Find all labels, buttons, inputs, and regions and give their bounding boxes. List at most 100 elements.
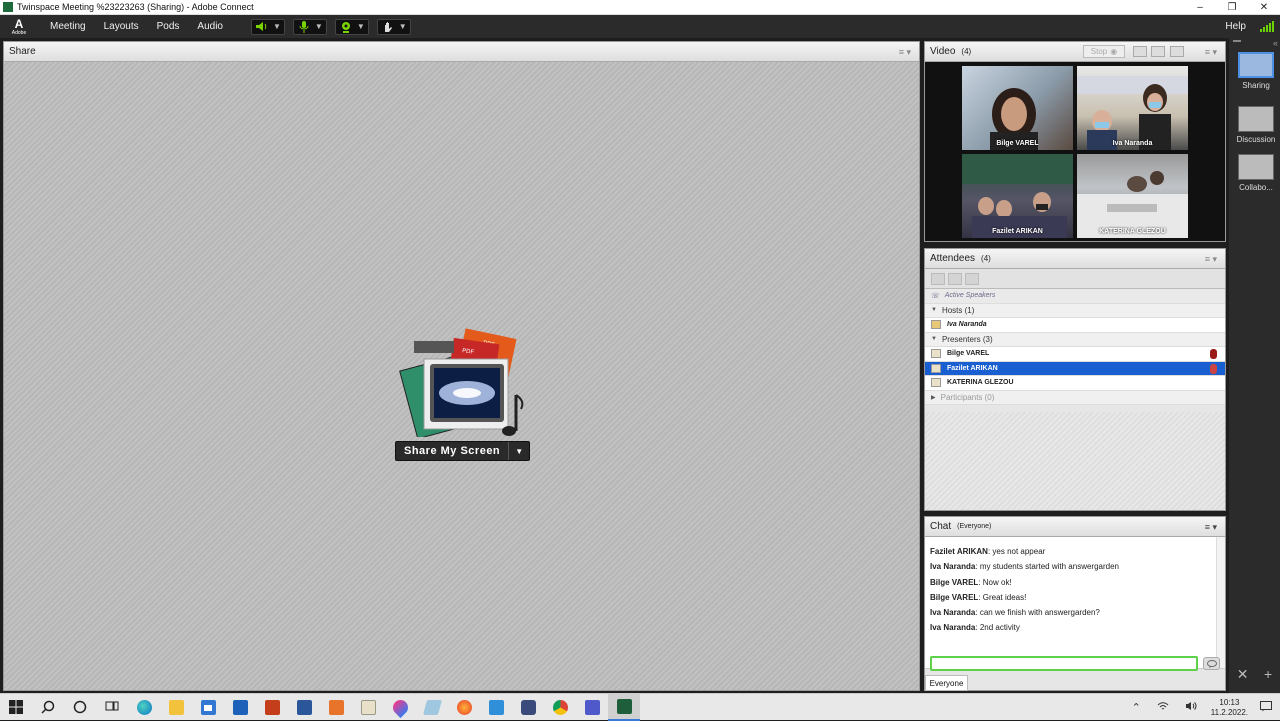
send-message-icon[interactable] xyxy=(1203,657,1220,670)
raise-hand-icon xyxy=(381,21,395,33)
minimize-button[interactable]: – xyxy=(1184,0,1216,15)
camera-icon[interactable] xyxy=(512,694,544,721)
restore-button[interactable]: ❐ xyxy=(1216,0,1248,15)
chevron-down-icon[interactable]: ▼ xyxy=(273,22,281,31)
layout-collaboration[interactable]: Collabo... xyxy=(1234,154,1278,192)
remote-desktop-icon[interactable] xyxy=(480,694,512,721)
chat-text: my students started with answergarden xyxy=(977,562,1119,572)
pod-options-icon[interactable]: ≡ ▾ xyxy=(899,47,911,58)
fullscreen-icon[interactable] xyxy=(1170,46,1184,57)
speaker-icon xyxy=(255,21,269,33)
cortana-icon[interactable] xyxy=(64,694,96,721)
menu-pods[interactable]: Pods xyxy=(157,21,180,32)
search-icon[interactable] xyxy=(32,694,64,721)
collapse-triangle-icon[interactable]: ▼ xyxy=(931,307,937,313)
mail-icon[interactable] xyxy=(224,694,256,721)
edge-browser-icon[interactable] xyxy=(128,694,160,721)
windows-taskbar: ⌃ 10:13 11.2.2022. xyxy=(0,693,1280,721)
chevron-down-icon[interactable]: ▼ xyxy=(315,22,323,31)
wifi-icon[interactable] xyxy=(1157,701,1169,714)
chevron-down-icon[interactable]: ▼ xyxy=(399,22,407,31)
video-tile[interactable]: Bilge VAREL xyxy=(962,66,1073,150)
layout-sharing[interactable]: Sharing xyxy=(1234,52,1278,90)
presenter-icon xyxy=(931,363,941,373)
volume-icon[interactable] xyxy=(1185,701,1197,714)
chat-input[interactable] xyxy=(930,656,1198,671)
status-view-icon[interactable] xyxy=(965,272,979,285)
share-my-screen-label[interactable]: Share My Screen xyxy=(396,442,510,460)
attendee-row[interactable]: Iva Naranda xyxy=(925,318,1225,333)
video-tile[interactable]: Fazilet ARIKAN xyxy=(962,154,1073,238)
pod-options-icon[interactable]: ≡ ▾ xyxy=(1205,254,1217,265)
attendee-row[interactable]: Bilge VAREL xyxy=(925,347,1225,362)
menu-meeting[interactable]: Meeting xyxy=(50,21,86,32)
chat-pod-title: Chat xyxy=(930,521,952,532)
chat-scrollbar[interactable] xyxy=(1216,537,1225,668)
paint-drop-icon[interactable] xyxy=(384,694,416,721)
video-count: (4) xyxy=(961,47,972,56)
attendees-toolbar xyxy=(925,269,1225,289)
filmstrip-view-icon[interactable] xyxy=(1151,46,1165,57)
chat-message: Iva Naranda: my students started with an… xyxy=(930,562,1119,572)
menu-layouts[interactable]: Layouts xyxy=(104,21,139,32)
collapse-triangle-icon[interactable]: ▼ xyxy=(931,336,937,342)
menu-audio[interactable]: Audio xyxy=(197,21,223,32)
chat-message: Bilge VAREL: Now ok! xyxy=(930,577,1012,587)
word-icon[interactable] xyxy=(288,694,320,721)
share-pod-header: Share ≡ ▾ xyxy=(4,42,919,62)
participants-section[interactable]: ▶ Participants (0) xyxy=(925,390,1225,405)
note-app-icon[interactable] xyxy=(416,694,448,721)
chevron-up-icon[interactable]: ⌃ xyxy=(1132,701,1141,714)
chat-tab-everyone[interactable]: Everyone xyxy=(925,675,968,691)
expand-triangle-icon[interactable]: ▶ xyxy=(931,394,936,401)
store-icon[interactable] xyxy=(192,694,224,721)
share-content-area: PPT PDF Share My Screen ▼ xyxy=(4,62,919,690)
pod-options-icon[interactable]: ≡ ▾ xyxy=(1205,522,1217,533)
grid-view-icon[interactable] xyxy=(1133,46,1147,57)
close-window-button[interactable]: ✕ xyxy=(1248,0,1280,15)
document-app-icon[interactable] xyxy=(352,694,384,721)
active-speakers-label: Active Speakers xyxy=(944,292,996,300)
notifications-icon[interactable] xyxy=(1260,700,1272,715)
orange-app-icon[interactable] xyxy=(320,694,352,721)
microphone-toggle-button[interactable]: ▼ xyxy=(292,18,327,35)
teams-icon[interactable] xyxy=(576,694,608,721)
chat-messages: Fazilet ARIKAN: yes not appear Iva Naran… xyxy=(925,537,1225,669)
layout-discussion[interactable]: Discussion xyxy=(1234,106,1278,144)
file-explorer-icon[interactable] xyxy=(160,694,192,721)
share-my-screen-button[interactable]: Share My Screen ▼ xyxy=(395,441,531,461)
attendee-row[interactable]: KATERINA GLEZOU xyxy=(925,376,1225,391)
hosts-section[interactable]: ▼ Hosts (1) xyxy=(925,303,1225,318)
participant-video-frame xyxy=(962,154,1073,238)
speaker-toggle-button[interactable]: ▼ xyxy=(250,18,285,35)
close-icon[interactable]: ✕ xyxy=(1237,666,1249,683)
firefox-icon[interactable] xyxy=(448,694,480,721)
pod-options-icon[interactable]: ≡ ▾ xyxy=(1205,47,1217,58)
share-options-dropdown[interactable]: ▼ xyxy=(509,442,529,460)
stop-video-button[interactable]: Stop ◉ xyxy=(1083,45,1125,58)
system-clock[interactable]: 10:13 11.2.2022. xyxy=(1211,698,1248,718)
add-layout-icon[interactable]: + xyxy=(1264,666,1272,683)
video-tile[interactable]: Iva Naranda xyxy=(1077,66,1188,150)
presenters-section[interactable]: ▼ Presenters (3) xyxy=(925,332,1225,347)
powerpoint-icon[interactable] xyxy=(256,694,288,721)
adobe-connect-taskbar-icon[interactable] xyxy=(608,693,640,721)
video-tile-name: Iva Naranda xyxy=(1112,140,1153,147)
help-menu[interactable]: Help xyxy=(1225,21,1246,32)
webcam-toggle-button[interactable]: ▼ xyxy=(334,18,369,35)
attendee-name: Fazilet ARIKAN xyxy=(947,364,998,372)
windows-start-icon[interactable] xyxy=(0,694,32,721)
collapse-layouts-icon[interactable]: « xyxy=(1273,38,1278,48)
presenter-icon xyxy=(931,349,941,359)
chevron-down-icon[interactable]: ▼ xyxy=(357,22,365,31)
video-tile[interactable]: KATERINA GLEZOU xyxy=(1077,154,1188,238)
layouts-bar-menu-icon[interactable] xyxy=(1233,40,1241,42)
list-view-icon[interactable] xyxy=(931,272,945,285)
task-view-icon[interactable] xyxy=(96,694,128,721)
app-menubar: A Adobe Meeting Layouts Pods Audio ▼ ▼ ▼… xyxy=(0,15,1280,38)
raise-hand-button[interactable]: ▼ xyxy=(376,18,411,35)
attendee-row[interactable]: Fazilet ARIKAN xyxy=(925,361,1225,376)
chrome-icon[interactable] xyxy=(544,694,576,721)
participant-video-frame xyxy=(1077,171,1188,238)
breakout-view-icon[interactable] xyxy=(948,272,962,285)
